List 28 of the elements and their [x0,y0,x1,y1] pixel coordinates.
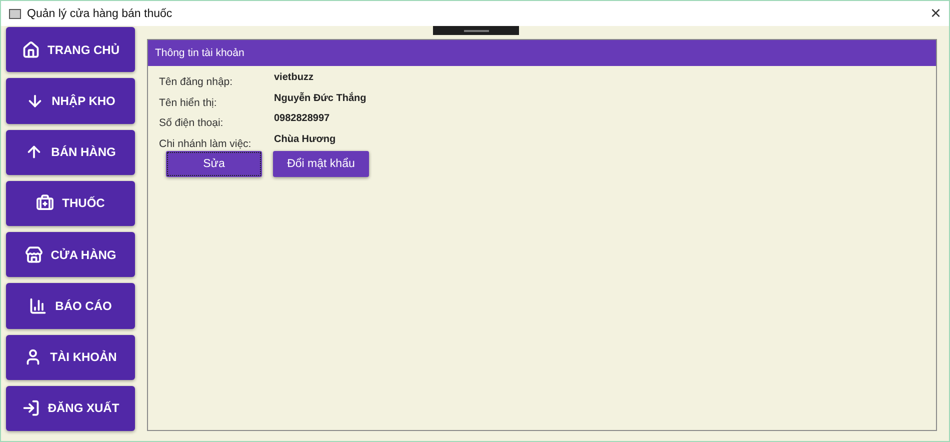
store-icon [24,246,43,264]
edit-button[interactable]: Sửa [166,151,262,177]
sidebar-item[interactable]: NHẬP KHO [6,78,135,124]
app-icon [9,8,21,18]
field-value: 0982828997 [274,113,330,126]
bar-chart-icon [29,296,48,315]
close-button[interactable]: × [930,3,941,24]
panel-title: Thông tin tài khoản [148,40,936,66]
field-value: Chùa Hương [274,134,336,146]
sidebar-item[interactable]: THUỐC [6,180,135,226]
toolbar-handle[interactable] [433,26,519,35]
change-password-button[interactable]: Đổi mật khẩu [273,151,369,177]
sidebar-item[interactable]: CỬA HÀNG [6,232,135,278]
window-title: Quản lý cửa hàng bán thuốc [27,8,174,20]
login-arrow-icon [22,399,40,418]
field-label: Tên hiển thị: [159,96,218,110]
field-label: Số điện thoại: [159,116,224,131]
sidebar-item[interactable]: BÁO CÁO [6,283,135,328]
medical-kit-icon [36,194,54,212]
field-label: Tên đăng nhập: [159,75,234,90]
sidebar-item[interactable]: BÁN HÀNG [6,130,135,175]
field-label: Chi nhánh làm việc: [159,136,252,152]
home-icon [22,40,40,59]
field-value: Nguyễn Đức Thắng [274,92,366,106]
field-value: vietbuzz [274,72,314,85]
sidebar-item[interactable]: TRANG CHỦ [6,27,135,72]
sidebar-item[interactable]: TÀI KHOẢN [6,334,135,380]
sidebar-item[interactable]: ĐĂNG XUẤT [6,386,135,431]
